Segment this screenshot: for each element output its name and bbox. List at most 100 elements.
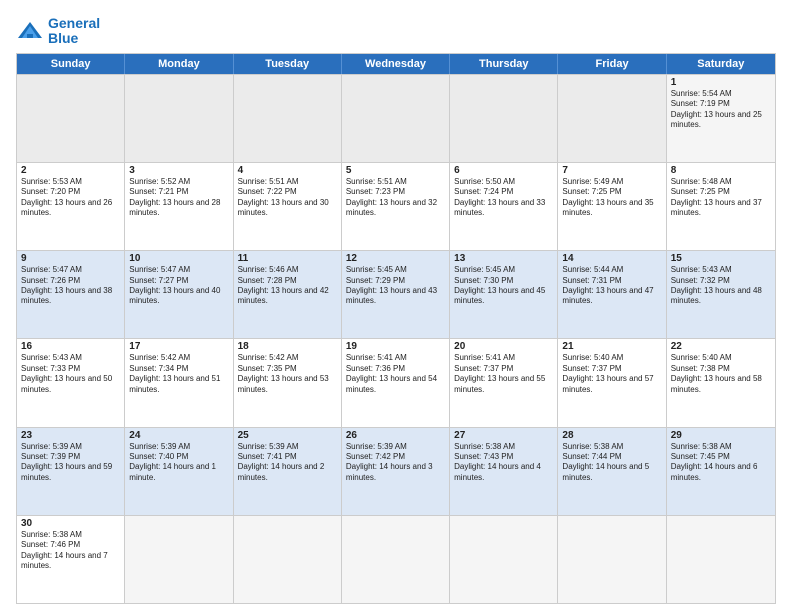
cal-cell: 2Sunrise: 5:53 AMSunset: 7:20 PMDaylight… <box>17 163 125 250</box>
day-number: 4 <box>238 165 337 176</box>
cal-cell: 30Sunrise: 5:38 AMSunset: 7:46 PMDayligh… <box>17 516 125 603</box>
cal-cell: 25Sunrise: 5:39 AMSunset: 7:41 PMDayligh… <box>234 428 342 515</box>
day-number: 18 <box>238 341 337 352</box>
cal-cell: 1Sunrise: 5:54 AMSunset: 7:19 PMDaylight… <box>667 75 775 162</box>
day-number: 15 <box>671 253 771 264</box>
cell-details: Sunrise: 5:40 AMSunset: 7:37 PMDaylight:… <box>562 353 661 395</box>
logo-text: General Blue <box>48 16 100 47</box>
cell-details: Sunrise: 5:50 AMSunset: 7:24 PMDaylight:… <box>454 177 553 219</box>
cal-cell: 10Sunrise: 5:47 AMSunset: 7:27 PMDayligh… <box>125 251 233 338</box>
logo: General Blue <box>16 16 100 47</box>
cell-details: Sunrise: 5:39 AMSunset: 7:41 PMDaylight:… <box>238 442 337 484</box>
day-number: 17 <box>129 341 228 352</box>
calendar-row-1: 2Sunrise: 5:53 AMSunset: 7:20 PMDaylight… <box>17 162 775 250</box>
cell-details: Sunrise: 5:51 AMSunset: 7:22 PMDaylight:… <box>238 177 337 219</box>
cell-details: Sunrise: 5:40 AMSunset: 7:38 PMDaylight:… <box>671 353 771 395</box>
logo-general: General <box>48 15 100 31</box>
header-day-sunday: Sunday <box>17 54 125 74</box>
cal-cell: 3Sunrise: 5:52 AMSunset: 7:21 PMDaylight… <box>125 163 233 250</box>
cell-details: Sunrise: 5:53 AMSunset: 7:20 PMDaylight:… <box>21 177 120 219</box>
cal-cell <box>234 516 342 603</box>
day-number: 21 <box>562 341 661 352</box>
header-day-wednesday: Wednesday <box>342 54 450 74</box>
cell-details: Sunrise: 5:43 AMSunset: 7:32 PMDaylight:… <box>671 265 771 307</box>
cell-details: Sunrise: 5:42 AMSunset: 7:34 PMDaylight:… <box>129 353 228 395</box>
day-number: 19 <box>346 341 445 352</box>
day-number: 10 <box>129 253 228 264</box>
cell-details: Sunrise: 5:47 AMSunset: 7:27 PMDaylight:… <box>129 265 228 307</box>
page: General Blue SundayMondayTuesdayWednesda… <box>0 0 792 612</box>
header-day-tuesday: Tuesday <box>234 54 342 74</box>
cell-details: Sunrise: 5:49 AMSunset: 7:25 PMDaylight:… <box>562 177 661 219</box>
calendar-row-5: 30Sunrise: 5:38 AMSunset: 7:46 PMDayligh… <box>17 515 775 603</box>
day-number: 5 <box>346 165 445 176</box>
cell-details: Sunrise: 5:41 AMSunset: 7:36 PMDaylight:… <box>346 353 445 395</box>
cal-cell: 22Sunrise: 5:40 AMSunset: 7:38 PMDayligh… <box>667 339 775 426</box>
day-number: 30 <box>21 518 120 529</box>
calendar-row-0: 1Sunrise: 5:54 AMSunset: 7:19 PMDaylight… <box>17 74 775 162</box>
day-number: 28 <box>562 430 661 441</box>
cal-cell: 16Sunrise: 5:43 AMSunset: 7:33 PMDayligh… <box>17 339 125 426</box>
cell-details: Sunrise: 5:54 AMSunset: 7:19 PMDaylight:… <box>671 89 771 131</box>
day-number: 2 <box>21 165 120 176</box>
cal-cell: 18Sunrise: 5:42 AMSunset: 7:35 PMDayligh… <box>234 339 342 426</box>
cal-cell: 29Sunrise: 5:38 AMSunset: 7:45 PMDayligh… <box>667 428 775 515</box>
cal-cell <box>234 75 342 162</box>
cal-cell: 24Sunrise: 5:39 AMSunset: 7:40 PMDayligh… <box>125 428 233 515</box>
cal-cell <box>17 75 125 162</box>
cal-cell: 14Sunrise: 5:44 AMSunset: 7:31 PMDayligh… <box>558 251 666 338</box>
cal-cell: 23Sunrise: 5:39 AMSunset: 7:39 PMDayligh… <box>17 428 125 515</box>
cal-cell: 17Sunrise: 5:42 AMSunset: 7:34 PMDayligh… <box>125 339 233 426</box>
day-number: 16 <box>21 341 120 352</box>
cell-details: Sunrise: 5:46 AMSunset: 7:28 PMDaylight:… <box>238 265 337 307</box>
cell-details: Sunrise: 5:47 AMSunset: 7:26 PMDaylight:… <box>21 265 120 307</box>
cal-cell: 28Sunrise: 5:38 AMSunset: 7:44 PMDayligh… <box>558 428 666 515</box>
cal-cell <box>125 75 233 162</box>
cal-cell <box>342 516 450 603</box>
cal-cell <box>558 516 666 603</box>
calendar: SundayMondayTuesdayWednesdayThursdayFrid… <box>16 53 776 604</box>
day-number: 9 <box>21 253 120 264</box>
cell-details: Sunrise: 5:41 AMSunset: 7:37 PMDaylight:… <box>454 353 553 395</box>
day-number: 20 <box>454 341 553 352</box>
day-number: 29 <box>671 430 771 441</box>
cell-details: Sunrise: 5:48 AMSunset: 7:25 PMDaylight:… <box>671 177 771 219</box>
calendar-row-4: 23Sunrise: 5:39 AMSunset: 7:39 PMDayligh… <box>17 427 775 515</box>
cell-details: Sunrise: 5:45 AMSunset: 7:29 PMDaylight:… <box>346 265 445 307</box>
day-number: 12 <box>346 253 445 264</box>
day-number: 1 <box>671 77 771 88</box>
day-number: 24 <box>129 430 228 441</box>
cal-cell: 8Sunrise: 5:48 AMSunset: 7:25 PMDaylight… <box>667 163 775 250</box>
day-number: 13 <box>454 253 553 264</box>
cell-details: Sunrise: 5:39 AMSunset: 7:42 PMDaylight:… <box>346 442 445 484</box>
day-number: 14 <box>562 253 661 264</box>
day-number: 8 <box>671 165 771 176</box>
cal-cell: 20Sunrise: 5:41 AMSunset: 7:37 PMDayligh… <box>450 339 558 426</box>
cell-details: Sunrise: 5:51 AMSunset: 7:23 PMDaylight:… <box>346 177 445 219</box>
cal-cell: 13Sunrise: 5:45 AMSunset: 7:30 PMDayligh… <box>450 251 558 338</box>
cal-cell: 15Sunrise: 5:43 AMSunset: 7:32 PMDayligh… <box>667 251 775 338</box>
cell-details: Sunrise: 5:39 AMSunset: 7:40 PMDaylight:… <box>129 442 228 484</box>
logo-blue: Blue <box>48 30 78 46</box>
cal-cell <box>450 516 558 603</box>
cal-cell: 26Sunrise: 5:39 AMSunset: 7:42 PMDayligh… <box>342 428 450 515</box>
cal-cell: 11Sunrise: 5:46 AMSunset: 7:28 PMDayligh… <box>234 251 342 338</box>
cell-details: Sunrise: 5:39 AMSunset: 7:39 PMDaylight:… <box>21 442 120 484</box>
header-day-thursday: Thursday <box>450 54 558 74</box>
day-number: 3 <box>129 165 228 176</box>
day-number: 23 <box>21 430 120 441</box>
header-day-saturday: Saturday <box>667 54 775 74</box>
cal-cell: 9Sunrise: 5:47 AMSunset: 7:26 PMDaylight… <box>17 251 125 338</box>
day-number: 26 <box>346 430 445 441</box>
cal-cell <box>450 75 558 162</box>
day-number: 25 <box>238 430 337 441</box>
logo-icon <box>16 20 44 42</box>
cell-details: Sunrise: 5:38 AMSunset: 7:45 PMDaylight:… <box>671 442 771 484</box>
calendar-row-3: 16Sunrise: 5:43 AMSunset: 7:33 PMDayligh… <box>17 338 775 426</box>
cell-details: Sunrise: 5:38 AMSunset: 7:43 PMDaylight:… <box>454 442 553 484</box>
cell-details: Sunrise: 5:44 AMSunset: 7:31 PMDaylight:… <box>562 265 661 307</box>
cal-cell: 19Sunrise: 5:41 AMSunset: 7:36 PMDayligh… <box>342 339 450 426</box>
cell-details: Sunrise: 5:38 AMSunset: 7:44 PMDaylight:… <box>562 442 661 484</box>
cal-cell: 6Sunrise: 5:50 AMSunset: 7:24 PMDaylight… <box>450 163 558 250</box>
cal-cell: 4Sunrise: 5:51 AMSunset: 7:22 PMDaylight… <box>234 163 342 250</box>
